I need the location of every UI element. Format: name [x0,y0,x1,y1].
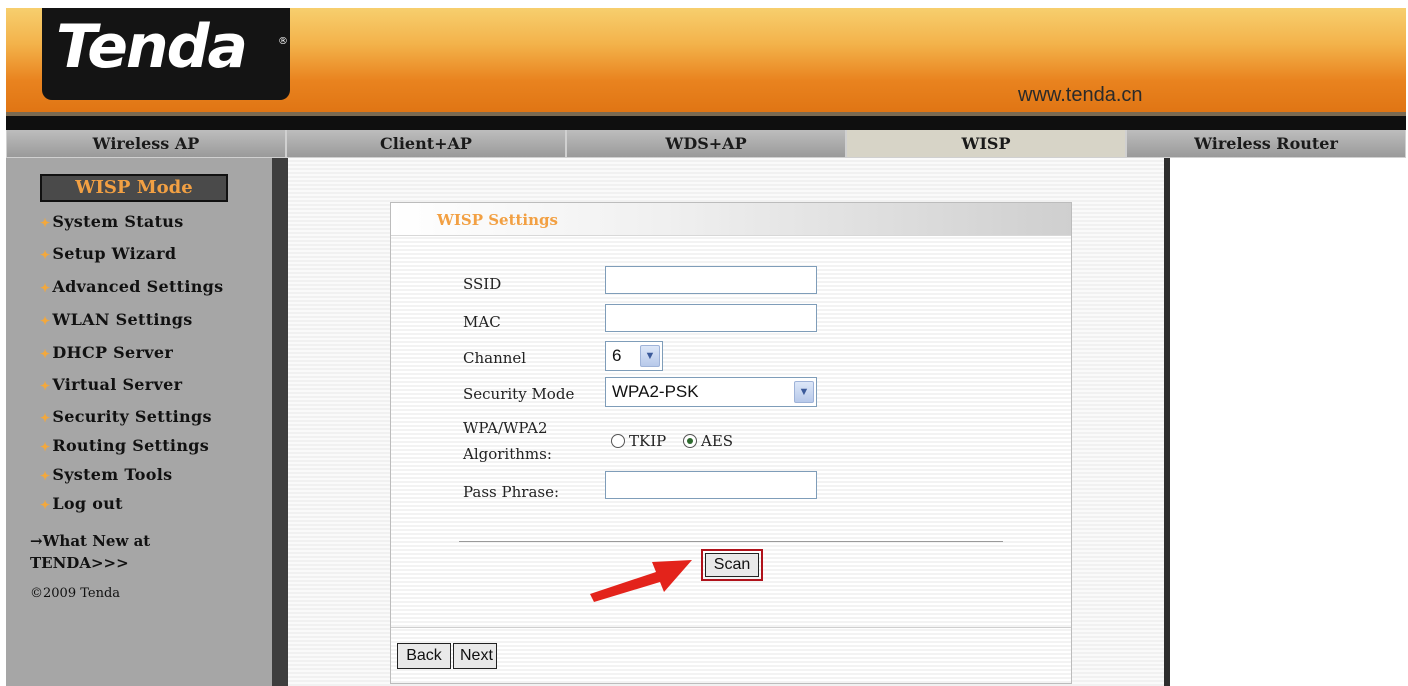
sidebar-item-label: System Tools [52,465,173,484]
sidebar-item-virtual-server[interactable]: ✦ Virtual Server [40,375,182,394]
bullet-icon: ✦ [40,498,51,512]
tab-wds-ap[interactable]: WDS+AP [566,130,846,158]
tenda-logo: Tenda ® [42,8,290,100]
sidebar-item-routing-settings[interactable]: ✦ Routing Settings [40,436,209,455]
aes-radio-label: AES [701,432,734,450]
sidebar-title: WISP Mode [40,174,228,202]
sidebar-item-wlan-settings[interactable]: ✦ WLAN Settings [40,310,193,329]
channel-label: Channel [463,349,527,367]
ssid-input[interactable] [605,266,817,294]
bullet-icon: ✦ [40,411,51,425]
sidebar-item-label: Advanced Settings [52,277,224,296]
sidebar-item-label: WLAN Settings [52,310,193,329]
security-mode-label: Security Mode [463,385,575,403]
mode-tabs: Wireless AP Client+AP WDS+AP WISP Wirele… [6,130,1406,158]
channel-select[interactable]: 6 ▼ [605,341,663,371]
pass-phrase-input[interactable] [605,471,817,499]
sidebar-item-label: Security Settings [52,407,212,426]
channel-value: 6 [612,346,622,365]
ssid-label: SSID [463,275,502,293]
tab-wireless-ap[interactable]: Wireless AP [6,130,286,158]
sidebar-item-setup-wizard[interactable]: ✦ Setup Wizard [40,244,176,263]
scan-button[interactable]: Scan [705,553,759,577]
copyright: ©2009 Tenda [30,586,121,601]
site-url: www.tenda.cn [1018,84,1143,106]
algorithms-label-line2: Algorithms: [463,445,552,463]
tkip-radio-label: TKIP [629,432,667,450]
logo-text: Tenda [56,12,248,82]
sidebar: WISP Mode ✦ System Status ✦ Setup Wizard ✦… [6,158,272,686]
tab-client-ap[interactable]: Client+AP [286,130,566,158]
next-button[interactable]: Next [453,643,497,669]
sidebar-item-label: Log out [52,494,123,513]
panel-title: WISP Settings [437,211,558,229]
chevron-down-icon: ▼ [640,345,660,367]
bullet-icon: ✦ [40,379,51,393]
bullet-icon: ✦ [40,248,51,262]
registered-mark: ® [278,36,288,47]
wisp-settings-panel: WISP Settings SSID MAC Channel 6 ▼ Secur… [390,202,1072,684]
sidebar-item-label: System Status [52,212,184,231]
whats-new-line-1: →What New at [30,532,151,550]
sidebar-item-log-out[interactable]: ✦ Log out [40,494,123,513]
sidebar-item-label: Setup Wizard [52,244,177,263]
back-button[interactable]: Back [397,643,451,669]
header-black-bar [6,116,1406,130]
red-arrow-icon [590,560,692,602]
sidebar-item-dhcp-server[interactable]: ✦ DHCP Server [40,343,173,362]
sidebar-item-label: DHCP Server [52,343,174,362]
sidebar-item-label: Routing Settings [52,436,210,455]
mac-input[interactable] [605,304,817,332]
algorithms-label-line1: WPA/WPA2 [463,419,548,437]
bullet-icon: ✦ [40,314,51,328]
sidebar-item-system-status[interactable]: ✦ System Status [40,212,184,231]
sidebar-item-label: Virtual Server [52,375,183,394]
bullet-icon: ✦ [40,469,51,483]
whats-new-link[interactable]: →What New at TENDA>>> [30,530,230,574]
bullet-icon: ✦ [40,281,51,295]
tab-wireless-router[interactable]: Wireless Router [1126,130,1406,158]
mac-label: MAC [463,313,501,331]
aes-radio[interactable] [683,434,697,448]
bullet-icon: ✦ [40,216,51,230]
sidebar-item-advanced-settings[interactable]: ✦ Advanced Settings [40,277,223,296]
panel-footer-divider [391,627,1071,628]
main-right-border [1164,158,1170,686]
bullet-icon: ✦ [40,440,51,454]
whats-new-line-2: TENDA>>> [30,554,129,572]
security-mode-select[interactable]: WPA2-PSK ▼ [605,377,817,407]
sidebar-item-security-settings[interactable]: ✦ Security Settings [40,407,212,426]
chevron-down-icon: ▼ [794,381,814,403]
panel-header: WISP Settings [391,203,1071,236]
security-mode-value: WPA2-PSK [612,382,699,401]
pass-phrase-label: Pass Phrase: [463,483,560,501]
header-banner: Tenda ® www.tenda.cn [6,8,1406,112]
tab-wisp[interactable]: WISP [846,130,1126,158]
tkip-radio[interactable] [611,434,625,448]
form-separator [459,541,1003,542]
bullet-icon: ✦ [40,347,51,361]
sidebar-edge [272,158,288,686]
sidebar-item-system-tools[interactable]: ✦ System Tools [40,465,172,484]
